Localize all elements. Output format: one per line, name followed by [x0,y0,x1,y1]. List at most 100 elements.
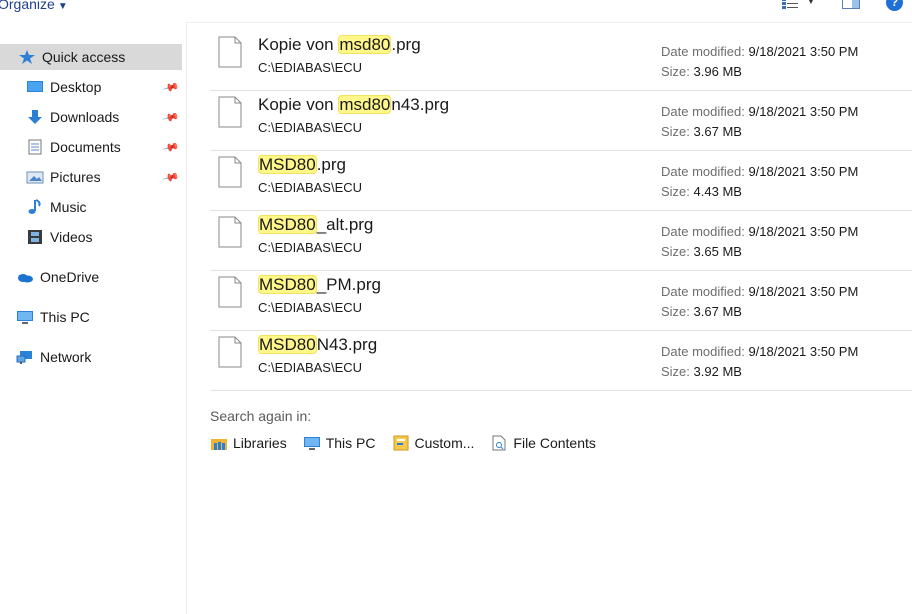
nav-item-downloads[interactable]: Downloads 📌 [26,104,186,130]
file-size: Size: 3.67 MB [661,124,742,139]
nav-item-quick-access[interactable]: Quick access [0,44,182,70]
nav-item-label: Network [40,349,92,365]
computer-icon [303,435,321,451]
size-label: Size: [661,64,690,79]
size-value: 3.67 MB [693,124,742,139]
nav-item-label: Downloads [50,109,120,125]
date-modified: Date modified: 9/18/2021 3:50 PM [661,164,858,179]
match-highlight: msd80 [338,35,392,54]
search-again-label: Search again in: [210,408,312,424]
list-item[interactable]: MSD80_PM.prg C:\EDIABAS\ECU Date modifie… [210,270,912,331]
match-highlight: MSD80 [258,275,317,294]
nav-item-this-pc[interactable]: This PC [16,304,186,330]
match-highlight: msd80 [338,95,392,114]
file-name[interactable]: MSD80_PM.prg [258,275,381,295]
link-label: This PC [325,435,376,451]
preview-pane-icon[interactable] [842,0,860,9]
star-icon [18,49,36,65]
date-value: 9/18/2021 3:50 PM [748,44,859,59]
file-name-prefix: Kopie von [258,95,339,114]
pin-icon[interactable]: 📌 [162,108,180,126]
nav-item-label: Pictures [50,169,101,185]
network-icon [16,349,34,365]
navigation-pane: Quick access Desktop 📌 Downloads 📌 Docum… [0,22,187,614]
file-name[interactable]: MSD80N43.prg [258,335,377,355]
list-item[interactable]: Kopie von msd80.prg C:\EDIABAS\ECU Date … [210,30,912,91]
search-file-contents-link[interactable]: File Contents [490,435,596,451]
file-icon [218,276,242,308]
pin-icon[interactable]: 📌 [162,78,180,96]
date-label: Date modified: [661,164,745,179]
match-highlight: MSD80 [258,155,317,174]
nav-item-music[interactable]: Music [26,194,186,220]
size-label: Size: [661,184,690,199]
file-name-suffix: _alt.prg [316,215,374,234]
list-item[interactable]: MSD80.prg C:\EDIABAS\ECU Date modified: … [210,150,912,211]
chevron-down-icon: ▼ [57,1,68,12]
file-contents-icon [490,435,508,451]
file-path: C:\EDIABAS\ECU [258,60,363,75]
file-name-suffix: N43.prg [316,335,378,354]
nav-item-onedrive[interactable]: OneDrive [16,264,186,290]
command-bar: Organize ▼ ▼ ? [0,0,912,23]
pin-icon[interactable]: 📌 [162,168,180,186]
link-label: File Contents [513,435,596,451]
file-name[interactable]: MSD80_alt.prg [258,215,373,235]
size-value: 4.43 MB [693,184,742,199]
view-dropdown-icon[interactable]: ▼ [806,0,816,7]
search-this-pc-link[interactable]: This PC [303,435,376,451]
nav-item-videos[interactable]: Videos [26,224,186,250]
details-view-icon[interactable] [782,0,798,13]
date-value: 9/18/2021 3:50 PM [748,104,859,119]
nav-item-network[interactable]: Network [16,344,186,370]
film-icon [26,229,44,245]
date-value: 9/18/2021 3:50 PM [748,164,859,179]
help-icon[interactable]: ? [886,0,903,11]
pin-icon[interactable]: 📌 [162,138,180,156]
list-item[interactable]: MSD80N43.prg C:\EDIABAS\ECU Date modifie… [210,330,912,391]
search-results: Kopie von msd80.prg C:\EDIABAS\ECU Date … [186,22,912,614]
date-modified: Date modified: 9/18/2021 3:50 PM [661,344,858,359]
file-path: C:\EDIABAS\ECU [258,360,363,375]
file-name[interactable]: MSD80.prg [258,155,346,175]
list-item[interactable]: MSD80_alt.prg C:\EDIABAS\ECU Date modifi… [210,210,912,271]
file-name-suffix: .prg [391,35,421,54]
file-name-suffix: .prg [316,155,346,174]
nav-item-pictures[interactable]: Pictures 📌 [26,164,186,190]
pictures-icon [26,169,44,185]
file-icon [218,156,242,188]
nav-item-label: Music [50,199,87,215]
size-value: 3.65 MB [693,244,742,259]
search-libraries-link[interactable]: Libraries [210,435,287,451]
organize-button[interactable]: Organize ▼ [0,0,68,12]
size-label: Size: [661,304,690,319]
size-value: 3.67 MB [693,304,742,319]
file-icon [218,216,242,248]
file-name[interactable]: Kopie von msd80.prg [258,35,421,55]
file-icon [218,96,242,128]
file-path: C:\EDIABAS\ECU [258,180,363,195]
file-path: C:\EDIABAS\ECU [258,240,363,255]
organize-label: Organize [0,0,55,12]
date-label: Date modified: [661,224,745,239]
file-icon [218,336,242,368]
date-value: 9/18/2021 3:50 PM [748,284,859,299]
file-size: Size: 3.65 MB [661,244,742,259]
size-label: Size: [661,124,690,139]
search-again-links: Libraries This PC Custom... File Content… [210,435,612,451]
match-highlight: MSD80 [258,335,317,354]
nav-item-label: Videos [50,229,93,245]
nav-item-label: OneDrive [40,269,100,285]
document-icon [26,139,44,155]
nav-item-desktop[interactable]: Desktop 📌 [26,74,186,100]
file-name[interactable]: Kopie von msd80n43.prg [258,95,449,115]
date-label: Date modified: [661,344,745,359]
match-highlight: MSD80 [258,215,317,234]
list-item[interactable]: Kopie von msd80n43.prg C:\EDIABAS\ECU Da… [210,90,912,151]
link-label: Custom... [414,435,475,451]
date-modified: Date modified: 9/18/2021 3:50 PM [661,44,858,59]
date-label: Date modified: [661,284,745,299]
file-size: Size: 3.92 MB [661,364,742,379]
nav-item-documents[interactable]: Documents 📌 [26,134,186,160]
search-custom-link[interactable]: Custom... [392,435,475,451]
